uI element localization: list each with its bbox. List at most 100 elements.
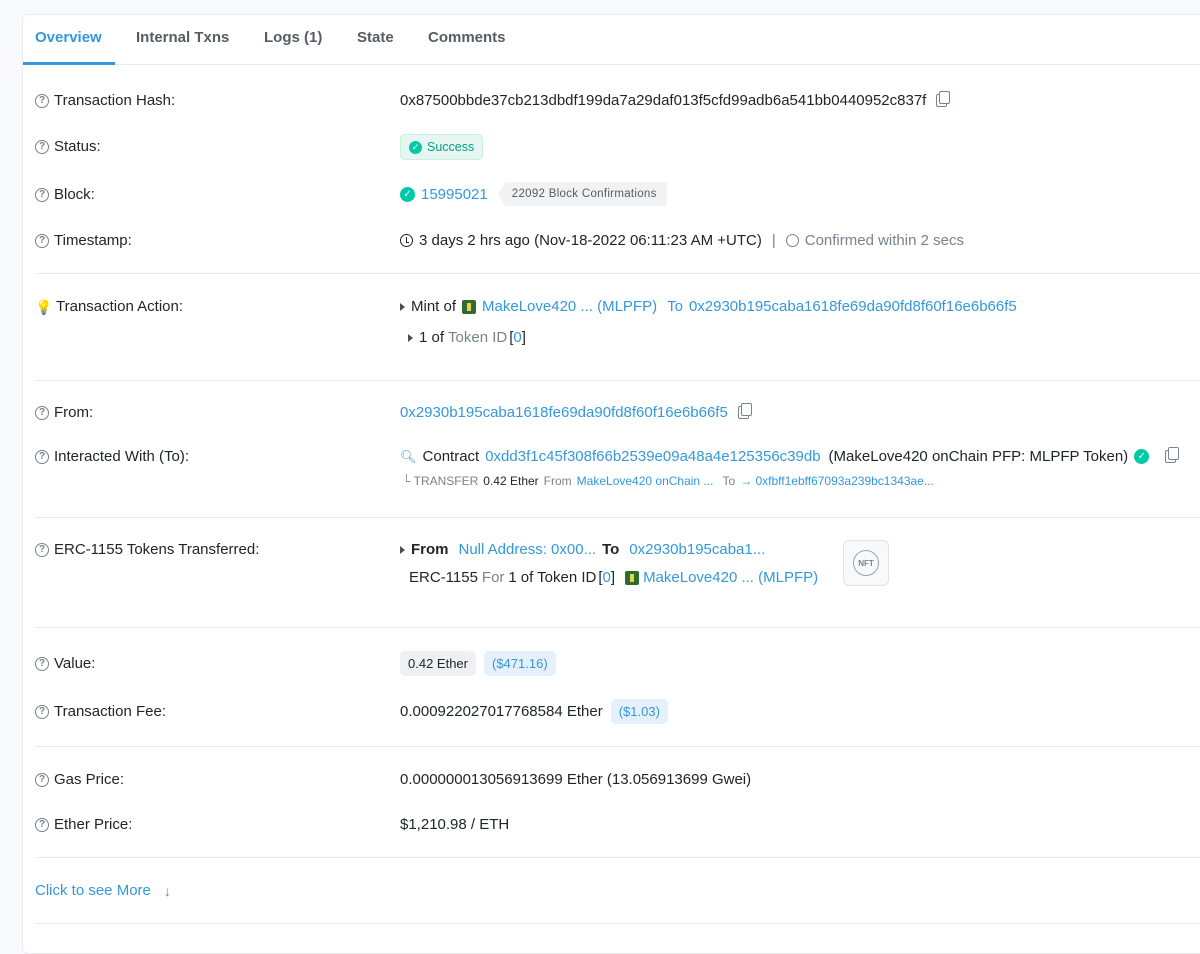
value-row: 0.42 Ether ($471.16) — [400, 651, 556, 676]
value-label-row: ? Value: — [35, 655, 95, 672]
sub-token-id-link[interactable]: 0 — [513, 329, 521, 346]
help-icon[interactable]: ? — [35, 187, 49, 202]
contract-word: Contract — [422, 448, 480, 465]
help-icon[interactable]: ? — [35, 405, 49, 420]
caret-right-icon — [400, 302, 405, 311]
copy-icon[interactable] — [936, 91, 951, 107]
erc1155-detail-row: ERC-1155 For 1 of Token ID [0] MakeLove4… — [409, 569, 818, 586]
transfer-from-word: From — [543, 474, 572, 488]
to-address-link[interactable]: 0x2930b195caba1618fe69da90fd8f60f16e6b66… — [689, 298, 1017, 315]
tab-overview[interactable]: Overview — [35, 29, 102, 46]
confirmed-within: Confirmed within 2 secs — [804, 232, 964, 249]
tx-hash-value-row: 0x87500bbde37cb213dbdf199da7a29daf013f5c… — [400, 91, 951, 109]
separator: | — [771, 232, 776, 249]
transfer-amount: 0.42 Ether — [483, 474, 539, 488]
token-logo-icon — [625, 570, 640, 585]
erc1155-transfer-row: From Null Address: 0x00... To 0x2930b195… — [400, 541, 765, 558]
timestamp-label: Timestamp: — [54, 232, 132, 249]
erc1155-label-row: ? ERC-1155 Tokens Transferred: — [35, 541, 259, 558]
gas-label-row: ? Gas Price: — [35, 771, 124, 788]
status-value-row: ✓ Success — [400, 134, 484, 160]
erc1155-label: ERC-1155 Tokens Transferred: — [54, 541, 260, 558]
timestamp-value: 3 days 2 hrs ago (Nov-18-2022 06:11:23 A… — [419, 232, 762, 249]
help-icon[interactable]: ? — [35, 233, 49, 248]
erc1155-to-link[interactable]: 0x2930b195caba1... — [629, 541, 765, 558]
from-address-link[interactable]: 0x2930b195caba1618fe69da90fd8f60f16e6b66… — [400, 404, 728, 421]
transfer-to-link[interactable]: → 0xfbff1ebff67093a239bc1343ae... — [740, 474, 934, 488]
divider — [35, 517, 1200, 518]
active-tab-indicator — [23, 62, 115, 65]
tab-internal-txns[interactable]: Internal Txns — [136, 29, 229, 46]
interacted-label: Interacted With (To): — [54, 448, 190, 465]
block-value-row: ✓ 15995021 22092 Block Confirmations — [400, 182, 667, 206]
contract-name: (MakeLove420 onChain PFP: MLPFP Token) — [828, 448, 1129, 465]
fee-usd-pill[interactable]: ($1.03) — [610, 699, 668, 724]
help-icon[interactable]: ? — [35, 704, 49, 719]
status-badge: ✓ Success — [400, 134, 484, 160]
block-label-row: ? Block: — [35, 186, 95, 203]
erc1155-token-id-link[interactable]: 0 — [603, 569, 611, 586]
erc1155-count: 1 — [508, 569, 517, 586]
from-label: From: — [54, 404, 94, 421]
divider — [35, 380, 1200, 381]
erc1155-from-link[interactable]: Null Address: 0x00... — [459, 541, 597, 558]
value-usd-pill[interactable]: ($471.16) — [484, 651, 556, 676]
divider — [35, 746, 1200, 747]
status-label-row: ? Status: — [35, 138, 101, 155]
copy-icon[interactable] — [737, 403, 752, 419]
tab-logs[interactable]: Logs (1) — [264, 29, 322, 46]
sub-token-label: Token ID — [448, 329, 508, 346]
action-value-row: Mint of MakeLove420 ... (MLPFP) To 0x293… — [400, 298, 1017, 315]
erc1155-token-link[interactable]: MakeLove420 ... (MLPFP) — [643, 569, 818, 586]
transfer-row: └ TRANSFER 0.42 Ether From MakeLove420 o… — [402, 474, 934, 488]
sub-bracket-close: ] — [521, 329, 526, 346]
erc1155-for-word: For — [481, 569, 505, 586]
divider — [35, 627, 1200, 628]
help-icon[interactable]: ? — [35, 449, 49, 464]
nft-thumbnail[interactable]: NFT — [843, 540, 889, 586]
fee-ether: 0.000922027017768584 Ether — [400, 703, 603, 720]
ether-price-value: $1,210.98 / ETH — [400, 816, 510, 833]
sub-count: 1 of — [419, 329, 445, 346]
help-icon[interactable]: ? — [35, 93, 49, 108]
action-label: Transaction Action: — [56, 298, 184, 315]
see-more-link[interactable]: Click to see More ↓ — [35, 882, 171, 899]
caret-right-icon — [408, 333, 413, 342]
token-link[interactable]: MakeLove420 ... (MLPFP) — [482, 298, 657, 315]
block-number-link[interactable]: 15995021 — [421, 186, 488, 203]
erc1155-from-word: From — [411, 541, 449, 558]
fee-label-row: ? Transaction Fee: — [35, 703, 166, 720]
help-icon[interactable]: ? — [35, 817, 49, 832]
gas-value: 0.000000013056913699 Ether (13.056913699… — [400, 771, 752, 788]
tab-comments[interactable]: Comments — [428, 29, 506, 46]
erc1155-bracket-close: ] — [610, 569, 616, 586]
timer-icon — [785, 234, 799, 247]
help-icon[interactable]: ? — [35, 139, 49, 154]
help-icon[interactable]: ? — [35, 542, 49, 557]
status-text: Success — [427, 140, 475, 154]
help-icon[interactable]: ? — [35, 772, 49, 787]
ether-price-label: Ether Price: — [54, 816, 133, 833]
magnifier-icon: 🔍︎ — [400, 448, 417, 464]
see-more-label: Click to see More — [35, 882, 151, 899]
ether-price-row: $1,210.98 / ETH — [400, 816, 509, 833]
erc1155-standard: ERC-1155 — [409, 569, 478, 586]
check-circle-icon: ✓ — [409, 140, 422, 154]
divider — [35, 273, 1200, 274]
from-label-row: ? From: — [35, 404, 93, 421]
transfer-from-link[interactable]: MakeLove420 onChain ... — [577, 474, 714, 488]
verified-check-icon: ✓ — [1134, 449, 1150, 464]
contract-address-link[interactable]: 0xdd3f1c45f308f66b2539e09a48a4e125356c39… — [485, 448, 820, 465]
value-ether-pill: 0.42 Ether — [400, 651, 476, 676]
erc1155-of-token: of Token ID — [520, 569, 597, 586]
tx-hash-label-row: ? Transaction Hash: — [35, 92, 175, 109]
transfer-to-word: To — [722, 474, 736, 488]
status-label: Status: — [54, 138, 101, 155]
clock-icon — [400, 234, 413, 247]
copy-icon[interactable] — [1165, 447, 1180, 463]
tx-hash-label: Transaction Hash: — [54, 92, 176, 109]
tab-state[interactable]: State — [357, 29, 394, 46]
help-icon[interactable]: ? — [35, 656, 49, 671]
value-label: Value: — [54, 655, 96, 672]
action-sub-row: 1 of Token ID [0] — [408, 329, 526, 346]
